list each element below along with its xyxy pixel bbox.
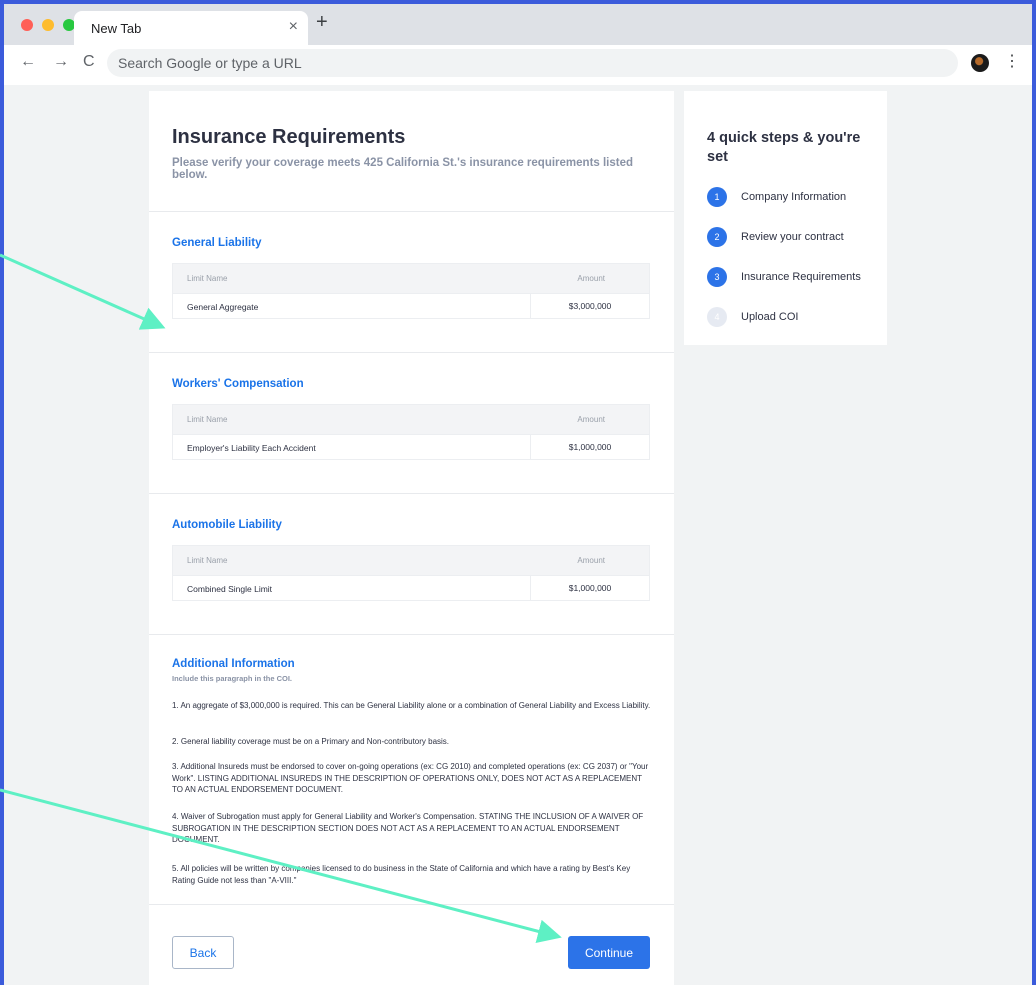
table-row: General Aggregate $3,000,000 [173, 293, 649, 318]
column-header-amount: Amount [577, 415, 605, 424]
column-header-amount: Amount [577, 274, 605, 283]
page-content: Insurance Requirements Please verify you… [4, 85, 1032, 985]
table-header: Limit Name Amount [173, 546, 649, 575]
step-number-badge: 1 [707, 187, 727, 207]
tab-title: New Tab [91, 21, 142, 36]
limits-table: Limit Name Amount Employer's Liability E… [172, 404, 650, 460]
table-header: Limit Name Amount [173, 264, 649, 293]
step-number-badge: 4 [707, 307, 727, 327]
insurance-requirements-card: Insurance Requirements Please verify you… [149, 91, 674, 985]
steps-card: 4 quick steps & you're set 1 Company Inf… [684, 91, 887, 345]
browser-window: New Tab × + ← → C ⋮ Insurance Requiremen… [4, 4, 1032, 985]
tab-strip: New Tab × + [4, 4, 1032, 45]
address-bar[interactable] [107, 49, 958, 77]
window-controls [21, 19, 75, 31]
requirement-paragraph: 4. Waiver of Subrogation must apply for … [172, 812, 644, 844]
continue-button[interactable]: Continue [568, 936, 650, 969]
browser-toolbar: ← → C ⋮ [4, 45, 1032, 85]
step-label: Insurance Requirements [741, 271, 861, 283]
requirement-paragraph: 2. General liability coverage must be on… [172, 737, 450, 746]
page-subtitle: Please verify your coverage meets 425 Ca… [172, 157, 634, 181]
steps-title: 4 quick steps & you're set [707, 130, 861, 165]
close-icon[interactable]: × [289, 18, 298, 36]
limit-name-cell: Combined Single Limit [187, 584, 273, 594]
minimize-window-dot[interactable] [42, 19, 54, 31]
step-label: Upload COI [741, 311, 799, 323]
limit-name-cell: General Aggregate [187, 302, 259, 312]
page-title: Insurance Requirements [172, 126, 406, 148]
table-row: Combined Single Limit $1,000,000 [173, 575, 649, 600]
back-arrow-icon[interactable]: ← [20, 53, 36, 71]
back-button[interactable]: Back [172, 936, 234, 969]
menu-kebab-icon[interactable]: ⋮ [1004, 51, 1020, 71]
card-header: Insurance Requirements Please verify you… [149, 91, 674, 212]
step-number-badge: 2 [707, 227, 727, 247]
column-header-limit-name: Limit Name [187, 556, 228, 565]
limits-table: Limit Name Amount Combined Single Limit … [172, 545, 650, 601]
forward-arrow-icon[interactable]: → [53, 53, 69, 71]
section-title: Workers' Compensation [172, 378, 304, 390]
column-header-amount: Amount [577, 556, 605, 565]
general-liability-section: General Liability Limit Name Amount Gene… [149, 212, 674, 353]
limits-table: Limit Name Amount General Aggregate $3,0… [172, 263, 650, 319]
amount-cell: $1,000,000 [530, 435, 649, 459]
amount-cell: $3,000,000 [530, 294, 649, 318]
table-header: Limit Name Amount [173, 405, 649, 434]
reload-icon[interactable]: C [83, 53, 95, 71]
column-header-limit-name: Limit Name [187, 274, 228, 283]
step-label: Company Information [741, 191, 847, 203]
browser-tab[interactable]: New Tab × [74, 11, 308, 45]
profile-avatar[interactable] [971, 54, 989, 72]
automobile-liability-section: Automobile Liability Limit Name Amount C… [149, 494, 674, 635]
requirement-paragraph: 3. Additional Insureds must be endorsed … [172, 762, 649, 794]
requirement-paragraph: 1. An aggregate of $3,000,000 is require… [172, 701, 651, 710]
table-row: Employer's Liability Each Accident $1,00… [173, 434, 649, 459]
amount-cell: $1,000,000 [530, 576, 649, 600]
section-title: Automobile Liability [172, 519, 282, 531]
limit-name-cell: Employer's Liability Each Accident [187, 443, 316, 453]
close-window-dot[interactable] [21, 19, 33, 31]
step-number-badge: 3 [707, 267, 727, 287]
additional-information-section: Additional Information Include this para… [149, 633, 674, 905]
workers-compensation-section: Workers' Compensation Limit Name Amount … [149, 353, 674, 494]
section-title: Additional Information [172, 658, 295, 670]
section-subtitle: Include this paragraph in the COI. [172, 674, 293, 683]
section-title: General Liability [172, 237, 262, 249]
step-label: Review your contract [741, 231, 844, 243]
requirement-paragraph: 5. All policies will be written by compa… [172, 864, 631, 885]
column-header-limit-name: Limit Name [187, 415, 228, 424]
new-tab-icon[interactable]: + [316, 11, 328, 34]
